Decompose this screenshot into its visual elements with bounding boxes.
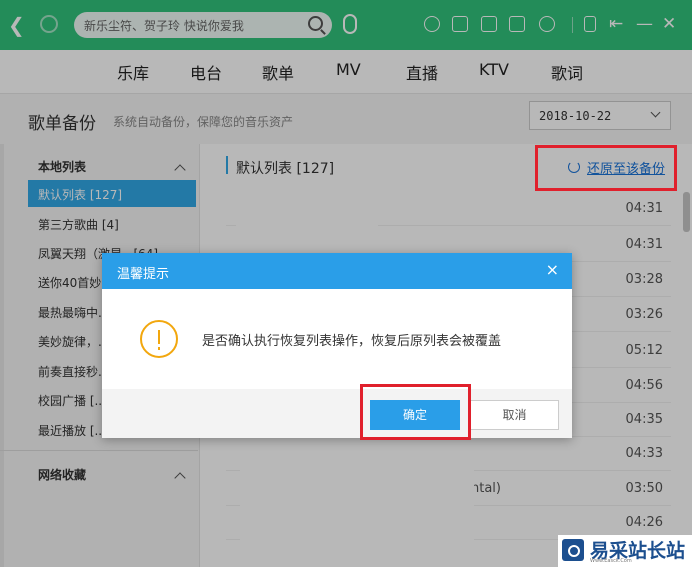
- close-icon[interactable]: ×: [546, 262, 559, 278]
- watermark-logo-icon: [562, 539, 584, 561]
- highlight-box: [535, 145, 677, 191]
- watermark: 易采站长站 Www.Easck.Com: [558, 535, 692, 567]
- highlight-box: [360, 384, 471, 440]
- watermark-subtext: Www.Easck.Com: [590, 558, 632, 564]
- confirm-dialog: 温馨提示 × 是否确认执行恢复列表操作，恢复后原列表会被覆盖 确定 取消: [102, 253, 572, 438]
- cancel-button[interactable]: 取消: [470, 400, 559, 430]
- warning-icon: [140, 320, 178, 358]
- dialog-message: 是否确认执行恢复列表操作，恢复后原列表会被覆盖: [202, 334, 502, 349]
- dialog-header: 温馨提示 ×: [102, 253, 572, 289]
- dialog-title: 温馨提示: [117, 267, 170, 282]
